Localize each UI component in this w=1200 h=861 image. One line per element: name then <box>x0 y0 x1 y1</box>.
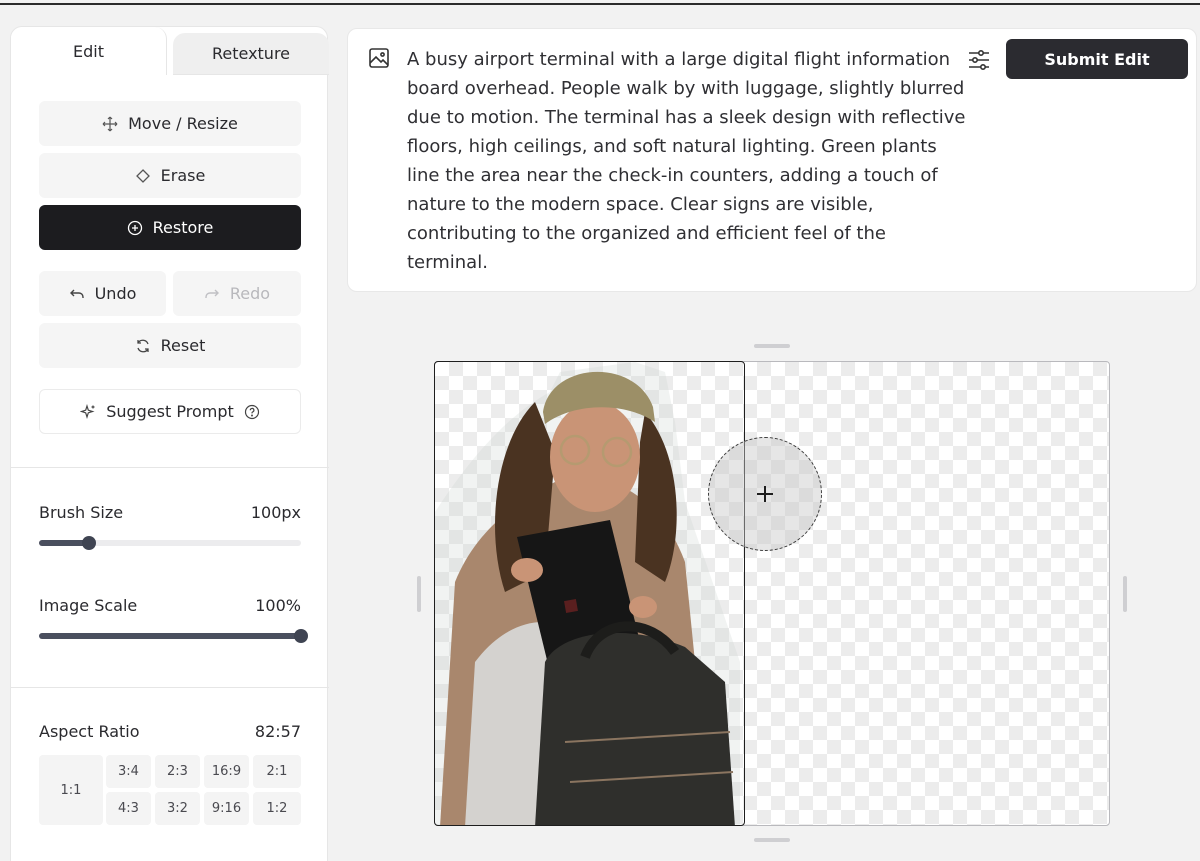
ratio-option-3-2[interactable]: 3:2 <box>155 792 200 825</box>
crosshair-plus-icon <box>757 486 773 502</box>
reset-button[interactable]: Reset <box>39 323 301 368</box>
tools-panel: Edit Retexture Move / Resize Erase Resto… <box>10 26 329 861</box>
brush-size-value: 100px <box>250 503 301 522</box>
help-circle-icon[interactable] <box>244 404 260 420</box>
sliders-icon[interactable] <box>966 47 992 73</box>
ratio-option-1-1[interactable]: 1:1 <box>39 755 103 825</box>
section-divider <box>11 467 329 468</box>
refresh-icon <box>136 339 149 352</box>
subject-image[interactable] <box>434 361 745 826</box>
brush-size-label: Brush Size <box>39 503 124 522</box>
aspect-ratio-options: 1:1 3:4 2:3 16:9 2:1 4:3 3:2 9:16 1:2 <box>39 755 301 825</box>
brush-size-slider[interactable] <box>39 536 301 550</box>
redo-label: Redo <box>229 284 271 303</box>
plus-circle-icon <box>127 220 142 235</box>
ratio-option-16-9[interactable]: 16:9 <box>204 755 249 788</box>
brush-size-row: Brush Size 100px <box>39 503 301 522</box>
canvas-resize-handle-bottom[interactable] <box>754 838 790 842</box>
image-scale-row: Image Scale 100% <box>39 596 301 615</box>
sparkles-icon <box>80 403 95 419</box>
restore-button[interactable]: Restore <box>39 205 301 250</box>
tab-edit-label: Edit <box>73 41 104 61</box>
prompt-textarea[interactable]: A busy airport terminal with a large dig… <box>407 45 967 277</box>
erase-label: Erase <box>160 166 206 185</box>
top-border-line <box>0 3 1200 5</box>
section-divider <box>11 687 329 688</box>
image-scale-slider-fill <box>39 633 301 639</box>
brush-cursor <box>708 437 822 551</box>
brush-size-slider-thumb[interactable] <box>81 536 96 550</box>
image-scale-value: 100% <box>255 596 301 615</box>
prompt-editor: A busy airport terminal with a large dig… <box>347 28 1197 292</box>
move-resize-label: Move / Resize <box>128 114 238 133</box>
suggest-prompt-label: Suggest Prompt <box>106 402 234 421</box>
image-icon <box>369 48 389 68</box>
aspect-ratio-value: 82:57 <box>254 722 301 741</box>
image-scale-label: Image Scale <box>39 596 138 615</box>
tab-edit[interactable]: Edit <box>11 27 167 75</box>
tab-retexture-label: Retexture <box>211 44 291 63</box>
ratio-option-2-3[interactable]: 2:3 <box>155 755 200 788</box>
redo-button[interactable]: Redo <box>173 271 301 316</box>
ratio-option-2-1[interactable]: 2:1 <box>253 755 301 788</box>
subject-photo-illustration <box>435 362 740 825</box>
submit-edit-label: Submit Edit <box>1044 49 1150 69</box>
image-scale-slider-thumb[interactable] <box>294 629 308 643</box>
ratio-option-4-3[interactable]: 4:3 <box>106 792 151 825</box>
ratio-option-1-2[interactable]: 1:2 <box>253 792 301 825</box>
reset-label: Reset <box>160 336 206 355</box>
restore-label: Restore <box>152 218 214 237</box>
canvas-resize-handle-left[interactable] <box>417 576 421 612</box>
tab-retexture[interactable]: Retexture <box>173 33 329 75</box>
undo-button[interactable]: Undo <box>39 271 166 316</box>
undo-label: Undo <box>94 284 137 303</box>
move-arrows-icon <box>102 116 118 131</box>
aspect-ratio-row: Aspect Ratio 82:57 <box>39 722 301 741</box>
image-scale-slider[interactable] <box>39 629 308 643</box>
erase-button[interactable]: Erase <box>39 153 301 198</box>
submit-edit-button[interactable]: Submit Edit <box>1006 39 1188 79</box>
canvas-resize-handle-right[interactable] <box>1123 576 1127 612</box>
redo-arrow-icon <box>205 289 219 298</box>
ratio-option-3-4[interactable]: 3:4 <box>106 755 151 788</box>
eraser-icon <box>135 168 150 183</box>
canvas-resize-handle-top[interactable] <box>754 344 790 348</box>
ratio-option-9-16[interactable]: 9:16 <box>204 792 249 825</box>
move-resize-button[interactable]: Move / Resize <box>39 101 301 146</box>
undo-arrow-icon <box>69 289 84 298</box>
suggest-prompt-button[interactable]: Suggest Prompt <box>39 389 301 434</box>
aspect-ratio-label: Aspect Ratio <box>39 722 140 741</box>
